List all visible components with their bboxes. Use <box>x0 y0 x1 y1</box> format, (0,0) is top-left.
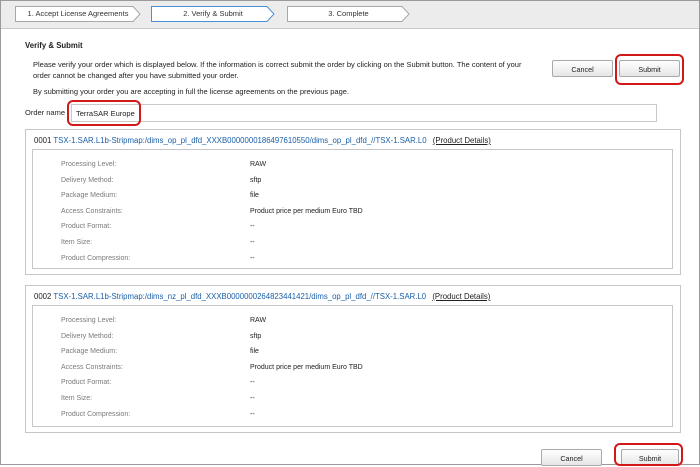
field-value: -- <box>250 254 255 262</box>
field-row: Product Format: -- <box>61 223 621 239</box>
order-wizard: 1. Accept License Agreements 2. Verify &… <box>0 0 700 466</box>
cancel-button-bottom[interactable]: Cancel <box>541 449 602 466</box>
field-row: Delivery Method: sftp <box>61 177 621 193</box>
field-label: Package Medium: <box>61 348 118 356</box>
field-row: Product Format: -- <box>61 379 621 395</box>
field-row: Delivery Method: sftp <box>61 333 621 349</box>
order-item: 0002 TSX-1.SAR.L1b-Stripmap:/dims_nz_pl_… <box>25 285 681 433</box>
field-label: Processing Level: <box>61 161 117 168</box>
order-item: 0001 TSX-1.SAR.L1b-Stripmap:/dims_op_pl_… <box>25 129 681 275</box>
field-value: -- <box>250 410 255 418</box>
product-details-link[interactable]: (Product Details) <box>433 136 491 145</box>
license-note: By submitting your order you are accepti… <box>33 87 350 96</box>
step-label: 2. Verify & Submit <box>183 9 243 18</box>
product-details-link[interactable]: (Product Details) <box>432 292 490 301</box>
product-link[interactable]: TSX-1.SAR.L1b-Stripmap:/dims_op_pl_dfd_X… <box>53 136 426 145</box>
item-number: 0001 <box>34 136 52 145</box>
step-accept-license[interactable]: 1. Accept License Agreements <box>15 6 141 22</box>
field-value: Product price per medium Euro TBD <box>250 363 363 371</box>
field-label: Access Constraints: <box>61 363 123 371</box>
field-value: sftp <box>250 332 262 340</box>
order-name-input[interactable] <box>71 104 657 122</box>
field-value: -- <box>250 379 255 387</box>
field-row: Processing Level: RAW <box>61 161 621 177</box>
field-value: -- <box>250 394 255 402</box>
field-row: Package Medium: file <box>61 348 621 364</box>
item-fields: Processing Level: RAW Delivery Method: sftp… <box>61 317 621 426</box>
field-label: Delivery Method: <box>61 332 114 340</box>
field-value: file <box>250 348 259 356</box>
item-number: 0002 <box>34 292 52 301</box>
wizard-stepper: 1. Accept License Agreements 2. Verify &… <box>1 1 699 29</box>
item-fields: Processing Level: RAW Delivery Method: sftp… <box>61 161 621 270</box>
field-value: RAW <box>250 317 267 324</box>
field-label: Item Size: <box>61 394 93 402</box>
instructions-text: Please verify your order which is displa… <box>33 60 522 80</box>
field-value: -- <box>250 238 255 246</box>
field-value: sftp <box>250 176 262 184</box>
field-label: Package Medium: <box>61 192 118 200</box>
highlight-annotation <box>615 54 684 85</box>
field-row: Item Size: -- <box>61 395 621 411</box>
field-row: Access Constraints: Product price per med… <box>61 208 621 224</box>
field-value: -- <box>250 223 255 231</box>
field-label: Delivery Method: <box>61 176 114 184</box>
field-label: Processing Level: <box>61 317 117 324</box>
field-row: Item Size: -- <box>61 239 621 255</box>
order-name-label: Order name : <box>25 108 70 117</box>
step-label: 1. Accept License Agreements <box>27 9 129 18</box>
field-row: Product Compression: -- <box>61 411 621 427</box>
field-row: Access Constraints: Product price per med… <box>61 364 621 380</box>
field-label: Product Format: <box>61 223 112 231</box>
product-link[interactable]: TSX-1.SAR.L1b-Stripmap:/dims_nz_pl_dfd_X… <box>53 292 426 301</box>
highlight-annotation <box>67 100 141 126</box>
step-label: 3. Complete <box>328 9 369 18</box>
field-value: file <box>250 192 259 200</box>
order-item-header: 0002 TSX-1.SAR.L1b-Stripmap:/dims_nz_pl_… <box>34 292 490 301</box>
field-label: Item Size: <box>61 238 93 246</box>
field-row: Processing Level: RAW <box>61 317 621 333</box>
cancel-button[interactable]: Cancel <box>552 60 613 77</box>
item-details-panel: Processing Level: RAW Delivery Method: sftp… <box>32 305 673 427</box>
field-label: Access Constraints: <box>61 207 123 215</box>
step-verify-submit[interactable]: 2. Verify & Submit <box>151 6 275 22</box>
field-row: Product Compression: -- <box>61 255 621 271</box>
field-row: Package Medium: file <box>61 192 621 208</box>
step-complete[interactable]: 3. Complete <box>287 6 410 22</box>
section-title: Verify & Submit <box>25 41 83 50</box>
field-value: Product price per medium Euro TBD <box>250 207 363 215</box>
field-label: Product Compression: <box>61 254 131 262</box>
highlight-annotation <box>614 443 683 466</box>
item-details-panel: Processing Level: RAW Delivery Method: sftp… <box>32 149 673 269</box>
field-value: RAW <box>250 161 267 168</box>
field-label: Product Compression: <box>61 410 131 418</box>
field-label: Product Format: <box>61 379 112 387</box>
order-item-header: 0001 TSX-1.SAR.L1b-Stripmap:/dims_op_pl_… <box>34 136 491 145</box>
